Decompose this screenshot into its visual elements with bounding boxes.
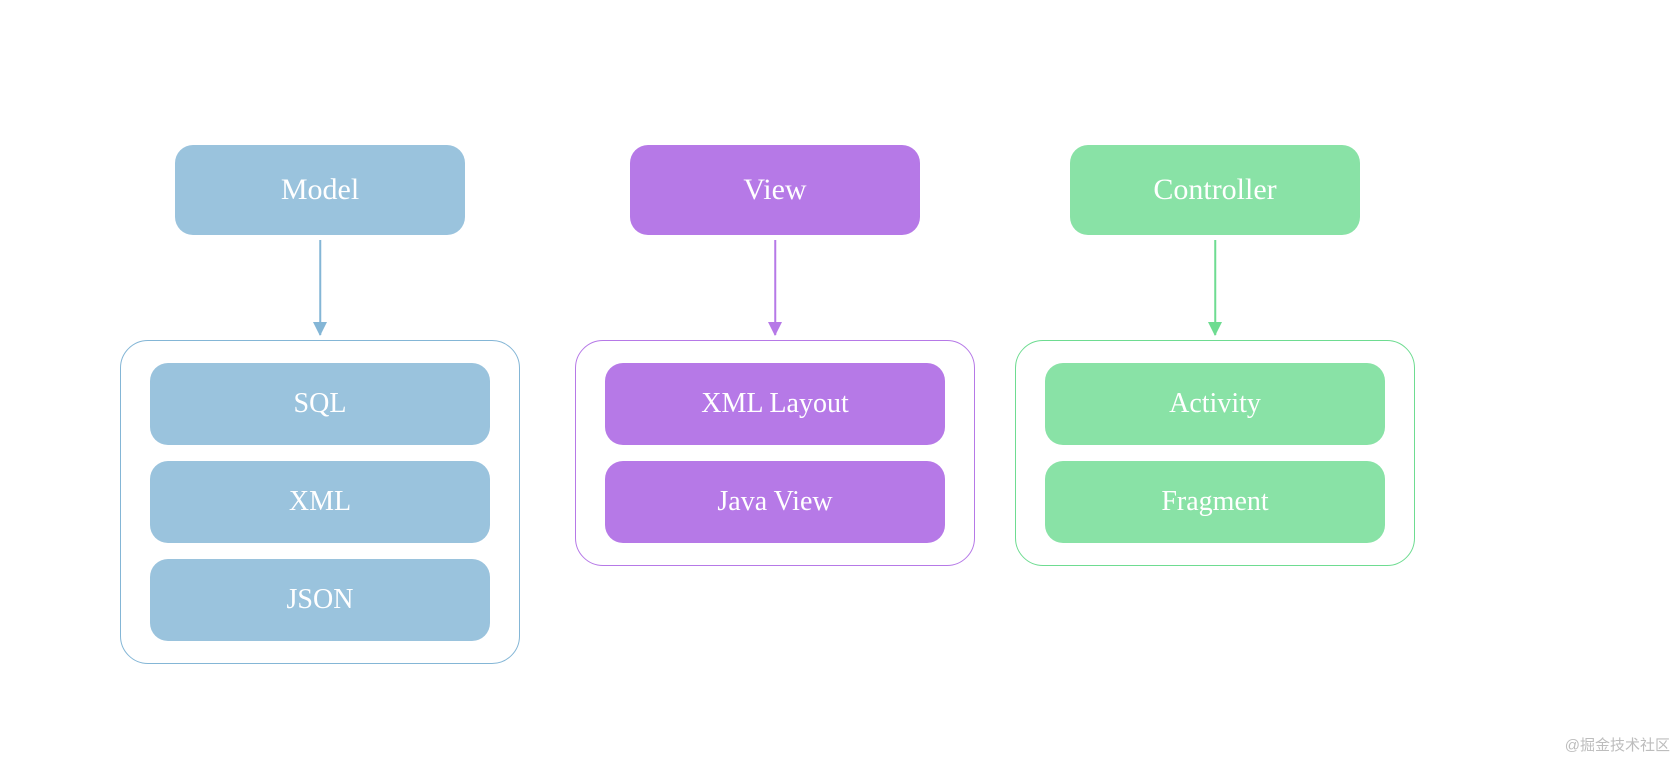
item-xml-label: XML	[289, 486, 351, 518]
header-view-label: View	[743, 173, 806, 207]
item-json: JSON	[150, 559, 490, 641]
header-controller-label: Controller	[1153, 173, 1276, 207]
group-view: XML Layout Java View	[575, 340, 975, 566]
item-xml-layout-label: XML Layout	[701, 388, 849, 420]
item-fragment: Fragment	[1045, 461, 1385, 543]
diagram-canvas: Model SQL XML JSON View XML Layout	[0, 0, 1680, 761]
header-view: View	[630, 145, 920, 235]
group-model: SQL XML JSON	[120, 340, 520, 664]
column-view: View XML Layout Java View	[575, 145, 975, 566]
item-java-view: Java View	[605, 461, 945, 543]
item-activity-label: Activity	[1169, 388, 1261, 420]
item-sql: SQL	[150, 363, 490, 445]
group-controller: Activity Fragment	[1015, 340, 1415, 566]
item-java-view-label: Java View	[717, 486, 832, 518]
header-model-label: Model	[281, 173, 359, 207]
header-controller: Controller	[1070, 145, 1360, 235]
item-xml: XML	[150, 461, 490, 543]
item-sql-label: SQL	[294, 388, 347, 420]
column-controller: Controller Activity Fragment	[1015, 145, 1415, 566]
item-activity: Activity	[1045, 363, 1385, 445]
item-xml-layout: XML Layout	[605, 363, 945, 445]
header-model: Model	[175, 145, 465, 235]
item-json-label: JSON	[287, 584, 354, 616]
watermark: @掘金技术社区	[1565, 734, 1670, 755]
item-fragment-label: Fragment	[1161, 486, 1268, 518]
column-model: Model SQL XML JSON	[120, 145, 520, 664]
